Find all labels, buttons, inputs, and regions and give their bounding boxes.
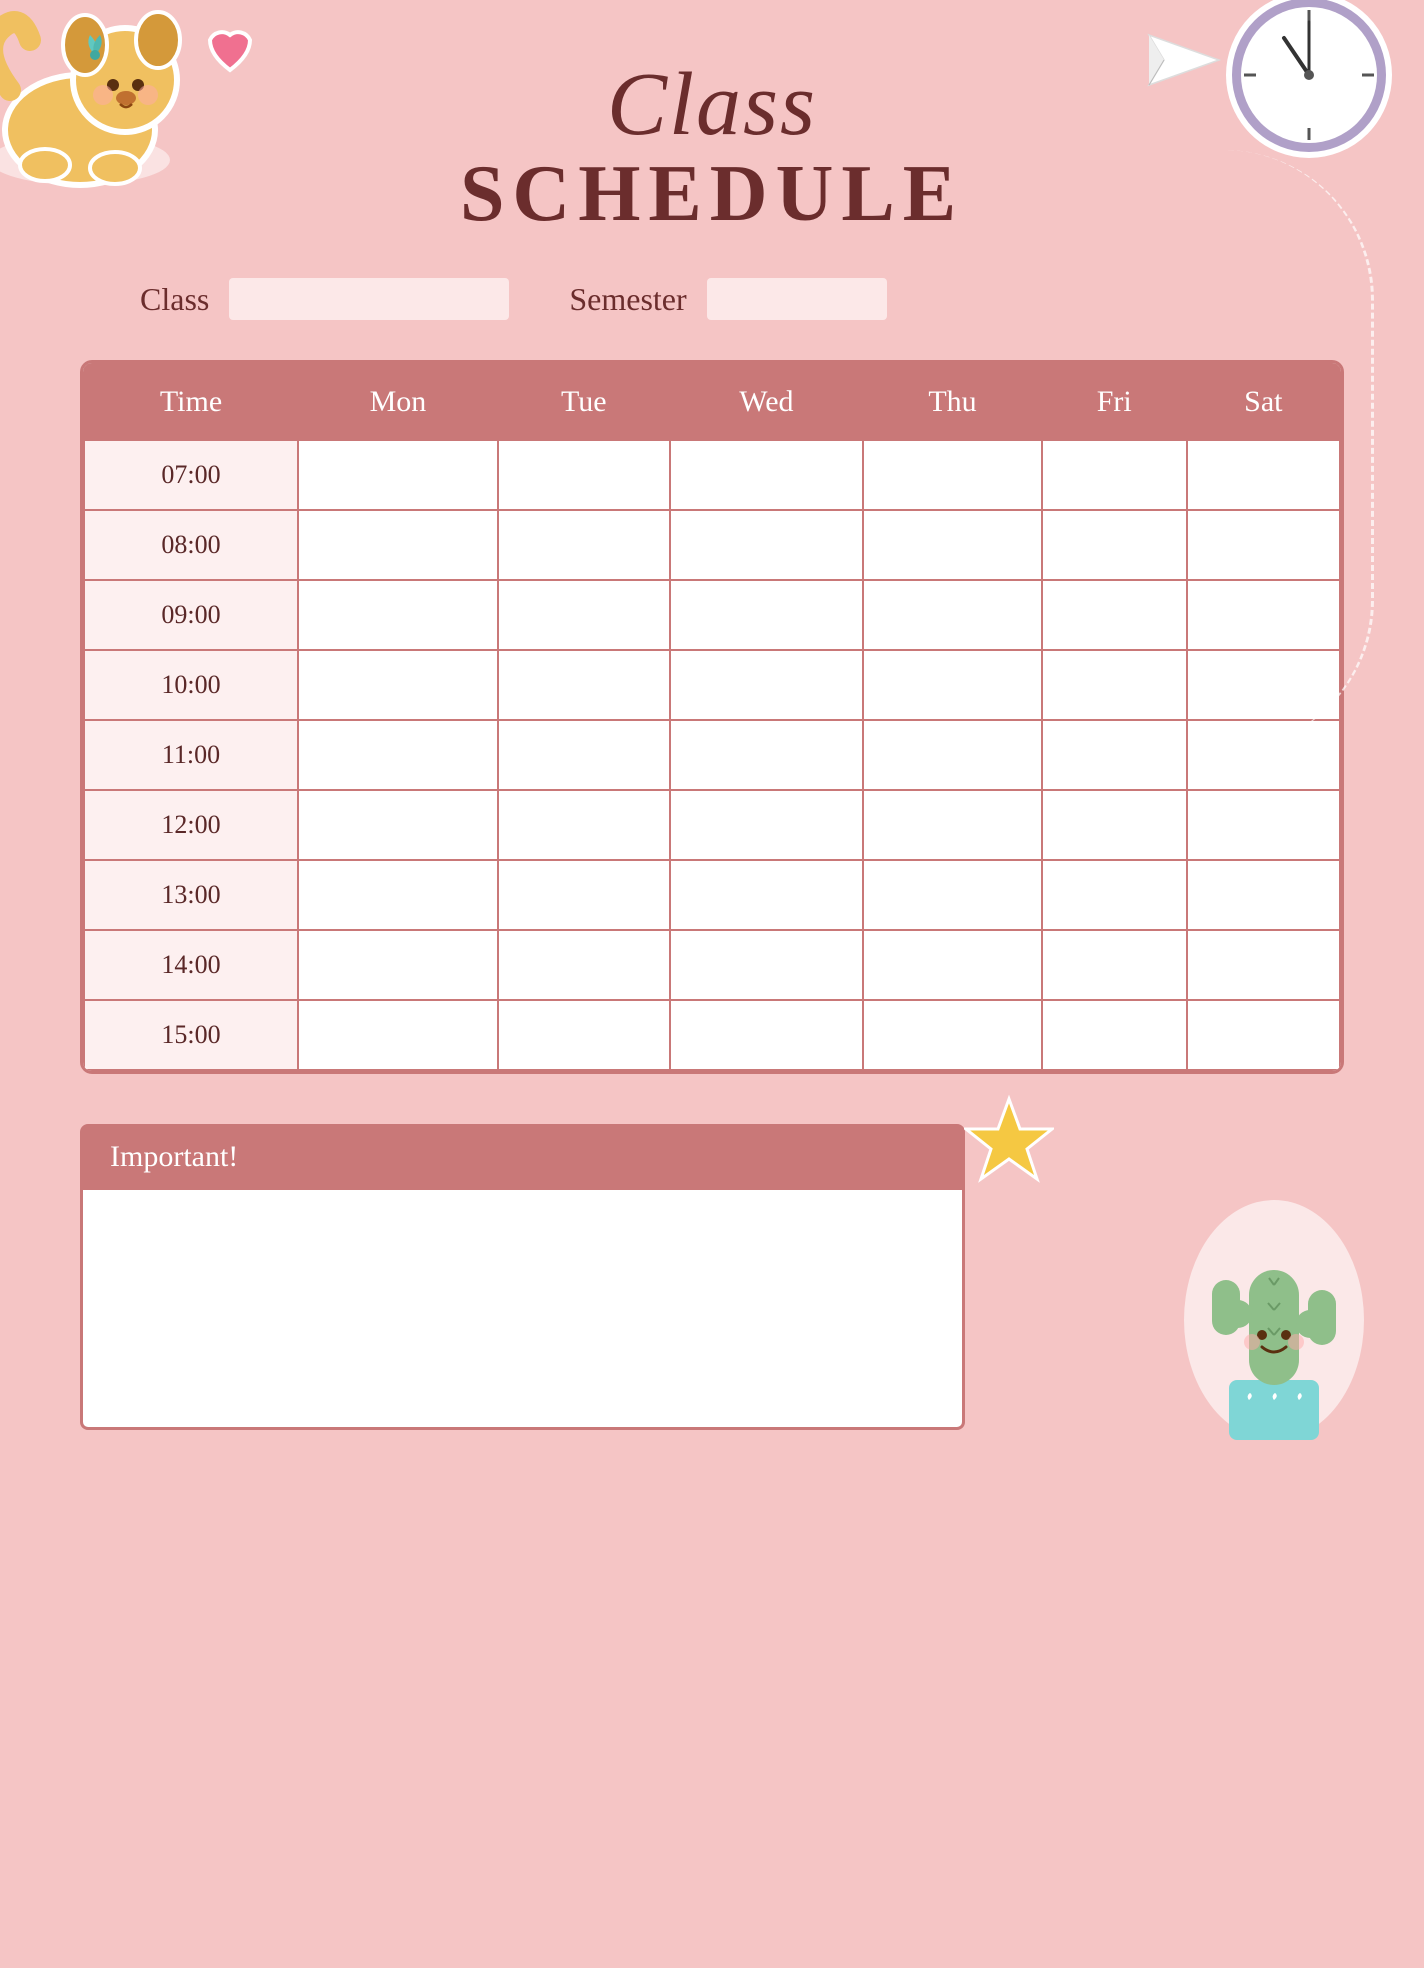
schedule-cell[interactable] — [670, 650, 864, 720]
schedule-cell[interactable] — [498, 720, 670, 790]
important-header: Important! — [80, 1124, 965, 1190]
time-cell: 15:00 — [84, 1000, 298, 1070]
time-cell: 14:00 — [84, 930, 298, 1000]
table-row: 11:00 — [84, 720, 1340, 790]
header-thu: Thu — [863, 364, 1042, 440]
schedule-cell[interactable] — [1187, 930, 1340, 1000]
schedule-cell[interactable] — [1042, 790, 1187, 860]
time-cell: 10:00 — [84, 650, 298, 720]
schedule-cell[interactable] — [1042, 930, 1187, 1000]
table-row: 07:00 — [84, 440, 1340, 510]
star-sticker — [964, 1094, 1054, 1184]
schedule-cell[interactable] — [863, 720, 1042, 790]
schedule-cell[interactable] — [1187, 860, 1340, 930]
schedule-cell[interactable] — [863, 930, 1042, 1000]
schedule-cell[interactable] — [1042, 580, 1187, 650]
schedule-cell[interactable] — [1042, 720, 1187, 790]
schedule-cell[interactable] — [298, 1000, 498, 1070]
schedule-cell[interactable] — [670, 1000, 864, 1070]
important-section: Important! — [80, 1124, 1344, 1430]
schedule-cell[interactable] — [670, 510, 864, 580]
time-cell: 11:00 — [84, 720, 298, 790]
table-row: 12:00 — [84, 790, 1340, 860]
schedule-cell[interactable] — [498, 790, 670, 860]
schedule-cell[interactable] — [1187, 510, 1340, 580]
schedule-cell[interactable] — [863, 1000, 1042, 1070]
header-wed: Wed — [670, 364, 864, 440]
schedule-cell[interactable] — [298, 580, 498, 650]
table-row: 08:00 — [84, 510, 1340, 580]
schedule-cell[interactable] — [1187, 720, 1340, 790]
schedule-cell[interactable] — [863, 650, 1042, 720]
table-header-row: Time Mon Tue Wed Thu Fri Sat — [84, 364, 1340, 440]
semester-field-group: Semester — [569, 278, 886, 320]
schedule-cell[interactable] — [298, 510, 498, 580]
schedule-cell[interactable] — [863, 580, 1042, 650]
semester-label: Semester — [569, 281, 686, 318]
fields-row: Class Semester — [80, 278, 1344, 320]
schedule-cell[interactable] — [863, 510, 1042, 580]
schedule-cell[interactable] — [670, 930, 864, 1000]
title-class: Class — [80, 60, 1344, 150]
header-tue: Tue — [498, 364, 670, 440]
page: Class SCHEDULE Class Semester Time Mon T… — [0, 0, 1424, 1968]
cactus-sticker — [1174, 1190, 1374, 1450]
schedule-cell[interactable] — [1042, 860, 1187, 930]
schedule-cell[interactable] — [670, 440, 864, 510]
schedule-container: Time Mon Tue Wed Thu Fri Sat 07:0008:000… — [80, 360, 1344, 1074]
schedule-cell[interactable] — [1187, 580, 1340, 650]
schedule-cell[interactable] — [1187, 1000, 1340, 1070]
schedule-cell[interactable] — [670, 580, 864, 650]
schedule-cell[interactable] — [498, 1000, 670, 1070]
table-row: 09:00 — [84, 580, 1340, 650]
table-row: 14:00 — [84, 930, 1340, 1000]
table-row: 10:00 — [84, 650, 1340, 720]
header-sat: Sat — [1187, 364, 1340, 440]
schedule-cell[interactable] — [498, 860, 670, 930]
schedule-cell[interactable] — [498, 440, 670, 510]
schedule-cell[interactable] — [298, 860, 498, 930]
schedule-cell[interactable] — [298, 650, 498, 720]
header-time: Time — [84, 364, 298, 440]
schedule-cell[interactable] — [298, 790, 498, 860]
schedule-cell[interactable] — [1187, 440, 1340, 510]
schedule-cell[interactable] — [298, 720, 498, 790]
schedule-cell[interactable] — [1042, 650, 1187, 720]
class-input[interactable] — [229, 278, 509, 320]
time-cell: 09:00 — [84, 580, 298, 650]
schedule-cell[interactable] — [863, 440, 1042, 510]
schedule-cell[interactable] — [1042, 510, 1187, 580]
schedule-cell[interactable] — [498, 580, 670, 650]
table-row: 13:00 — [84, 860, 1340, 930]
schedule-cell[interactable] — [1042, 1000, 1187, 1070]
schedule-cell[interactable] — [1187, 790, 1340, 860]
time-cell: 13:00 — [84, 860, 298, 930]
schedule-cell[interactable] — [1187, 650, 1340, 720]
schedule-cell[interactable] — [498, 650, 670, 720]
schedule-cell[interactable] — [298, 440, 498, 510]
schedule-cell[interactable] — [863, 790, 1042, 860]
semester-input[interactable] — [707, 278, 887, 320]
header: Class SCHEDULE — [80, 40, 1344, 238]
schedule-cell[interactable] — [670, 790, 864, 860]
time-cell: 12:00 — [84, 790, 298, 860]
header-fri: Fri — [1042, 364, 1187, 440]
table-row: 15:00 — [84, 1000, 1340, 1070]
header-mon: Mon — [298, 364, 498, 440]
time-cell: 07:00 — [84, 440, 298, 510]
schedule-table: Time Mon Tue Wed Thu Fri Sat 07:0008:000… — [83, 363, 1341, 1071]
schedule-cell[interactable] — [298, 930, 498, 1000]
time-cell: 08:00 — [84, 510, 298, 580]
important-body[interactable] — [80, 1190, 965, 1430]
class-label: Class — [140, 281, 209, 318]
schedule-cell[interactable] — [863, 860, 1042, 930]
title-schedule: SCHEDULE — [80, 150, 1344, 238]
schedule-cell[interactable] — [670, 720, 864, 790]
class-field-group: Class — [140, 278, 509, 320]
schedule-cell[interactable] — [498, 510, 670, 580]
schedule-cell[interactable] — [1042, 440, 1187, 510]
schedule-cell[interactable] — [498, 930, 670, 1000]
schedule-cell[interactable] — [670, 860, 864, 930]
